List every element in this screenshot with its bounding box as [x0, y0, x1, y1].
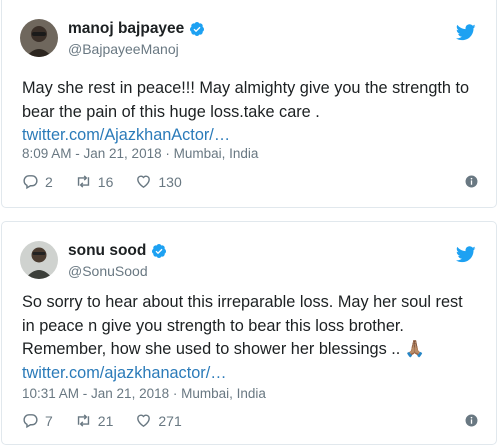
retweet-icon: [77, 175, 89, 188]
tweet-actions: 7 21 271: [22, 412, 478, 429]
user-name[interactable]: sonu sood: [68, 242, 167, 260]
tweet-body: May she rest in peace!!! May almighty gi…: [22, 79, 470, 121]
like-button[interactable]: 271: [135, 412, 182, 429]
reply-icon: [23, 175, 38, 190]
verified-badge-icon: [190, 22, 205, 36]
avatar[interactable]: [20, 241, 58, 279]
user-name[interactable]: manoj bajpayee: [68, 20, 205, 38]
avatar[interactable]: [20, 19, 58, 57]
retweet-icon: [77, 414, 89, 427]
tweet-timestamp[interactable]: 8:09 AM - Jan 21, 2018 · Mumbai, India: [22, 146, 258, 161]
verified-badge-icon: [152, 244, 167, 258]
tweet-body: So sorry to hear about this irreparable …: [22, 293, 463, 358]
twitter-bird-icon[interactable]: [456, 246, 476, 263]
tweet-actions: 2 16 130: [22, 173, 478, 190]
retweet-count: 21: [97, 412, 114, 429]
display-name[interactable]: sonu sood: [68, 242, 146, 260]
info-icon[interactable]: [465, 414, 478, 427]
info-icon[interactable]: [465, 175, 478, 188]
heart-icon: [137, 414, 151, 428]
display-name[interactable]: manoj bajpayee: [68, 20, 184, 38]
like-button[interactable]: 130: [135, 173, 182, 190]
like-count: 130: [158, 173, 182, 190]
tweet-card: manoj bajpayee @BajpayeeManoj May she re…: [1, 0, 497, 208]
tweet-link[interactable]: twitter.com/ajazkhanactor/…: [22, 362, 478, 386]
tweet-text: May she rest in peace!!! May almighty gi…: [22, 77, 478, 148]
like-count: 271: [158, 412, 182, 429]
tweet-link[interactable]: twitter.com/AjazkhanActor/…: [22, 124, 478, 148]
retweet-button[interactable]: 21: [75, 412, 114, 429]
reply-count: 2: [45, 173, 53, 190]
reply-button[interactable]: 7: [22, 412, 53, 429]
tweet-text: So sorry to hear about this irreparable …: [22, 291, 478, 385]
user-handle[interactable]: @SonuSood: [68, 263, 148, 279]
twitter-bird-icon[interactable]: [456, 24, 476, 41]
reply-count: 7: [45, 412, 53, 429]
tweet-timestamp[interactable]: 10:31 AM - Jan 21, 2018 · Mumbai, India: [22, 386, 266, 401]
heart-icon: [137, 175, 151, 189]
reply-icon: [23, 414, 38, 429]
reply-button[interactable]: 2: [22, 173, 53, 190]
retweet-button[interactable]: 16: [75, 173, 114, 190]
retweet-count: 16: [97, 173, 114, 190]
tweet-card: sonu sood @SonuSood So sorry to hear abo…: [1, 221, 497, 445]
user-handle[interactable]: @BajpayeeManoj: [68, 41, 179, 57]
